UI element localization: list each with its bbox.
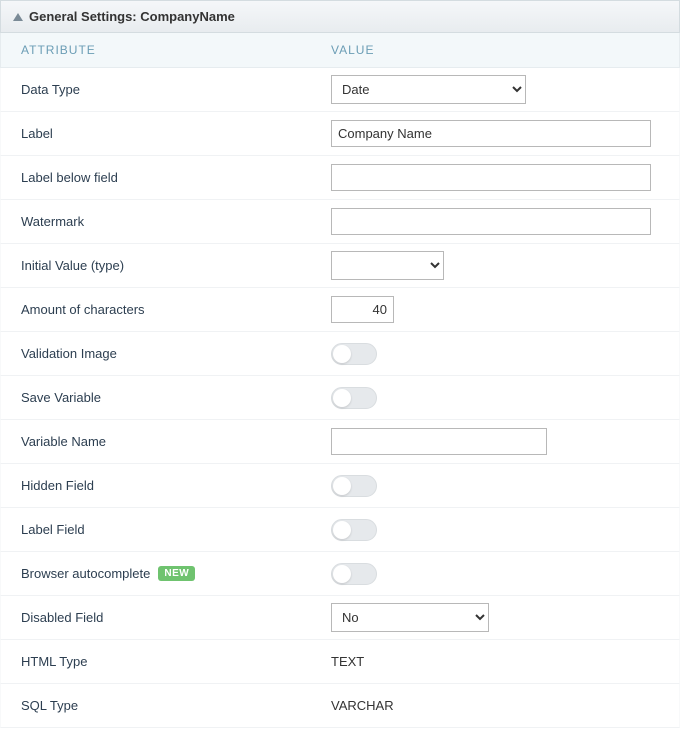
- watermark-input[interactable]: [331, 208, 651, 235]
- row-hidden-field: Hidden Field: [0, 464, 680, 508]
- row-amount-of-characters: Amount of characters: [0, 288, 680, 332]
- row-sql-type: SQL Type VARCHAR: [0, 684, 680, 728]
- label-label: Label: [1, 126, 331, 141]
- label-browser-autocomplete: Browser autocomplete NEW: [1, 566, 331, 581]
- row-label-field: Label Field: [0, 508, 680, 552]
- label-variable-name: Variable Name: [1, 434, 331, 449]
- new-badge: NEW: [158, 566, 195, 581]
- label-label-below: Label below field: [1, 170, 331, 185]
- label-hidden-field: Hidden Field: [1, 478, 331, 493]
- label-data-type: Data Type: [1, 82, 331, 97]
- label-sql-type: SQL Type: [1, 698, 331, 713]
- row-save-variable: Save Variable: [0, 376, 680, 420]
- row-initial-value-type: Initial Value (type): [0, 244, 680, 288]
- row-browser-autocomplete: Browser autocomplete NEW: [0, 552, 680, 596]
- collapse-triangle-icon[interactable]: [13, 13, 23, 21]
- disabled-field-select[interactable]: No: [331, 603, 489, 632]
- label-label-field: Label Field: [1, 522, 331, 537]
- data-type-select[interactable]: Date: [331, 75, 526, 104]
- save-variable-toggle[interactable]: [331, 387, 377, 409]
- browser-autocomplete-toggle[interactable]: [331, 563, 377, 585]
- row-disabled-field: Disabled Field No: [0, 596, 680, 640]
- amount-chars-input[interactable]: [331, 296, 394, 323]
- row-watermark: Watermark: [0, 200, 680, 244]
- row-variable-name: Variable Name: [0, 420, 680, 464]
- column-header-value: VALUE: [331, 43, 374, 57]
- row-data-type: Data Type Date: [0, 68, 680, 112]
- sql-type-value: VARCHAR: [331, 698, 394, 713]
- label-watermark: Watermark: [1, 214, 331, 229]
- label-field-toggle[interactable]: [331, 519, 377, 541]
- html-type-value: TEXT: [331, 654, 364, 669]
- label-input[interactable]: [331, 120, 651, 147]
- label-validation-image: Validation Image: [1, 346, 331, 361]
- row-validation-image: Validation Image: [0, 332, 680, 376]
- label-amount-chars: Amount of characters: [1, 302, 331, 317]
- label-html-type: HTML Type: [1, 654, 331, 669]
- initial-value-type-select[interactable]: [331, 251, 444, 280]
- column-header-attribute: ATTRIBUTE: [1, 43, 331, 57]
- label-initial-value-type: Initial Value (type): [1, 258, 331, 273]
- label-below-input[interactable]: [331, 164, 651, 191]
- label-disabled-field: Disabled Field: [1, 610, 331, 625]
- panel-header[interactable]: General Settings: CompanyName: [0, 0, 680, 33]
- variable-name-input[interactable]: [331, 428, 547, 455]
- row-label: Label: [0, 112, 680, 156]
- row-html-type: HTML Type TEXT: [0, 640, 680, 684]
- label-save-variable: Save Variable: [1, 390, 331, 405]
- row-label-below-field: Label below field: [0, 156, 680, 200]
- validation-image-toggle[interactable]: [331, 343, 377, 365]
- hidden-field-toggle[interactable]: [331, 475, 377, 497]
- panel-title: General Settings: CompanyName: [29, 9, 235, 24]
- column-headers: ATTRIBUTE VALUE: [0, 33, 680, 68]
